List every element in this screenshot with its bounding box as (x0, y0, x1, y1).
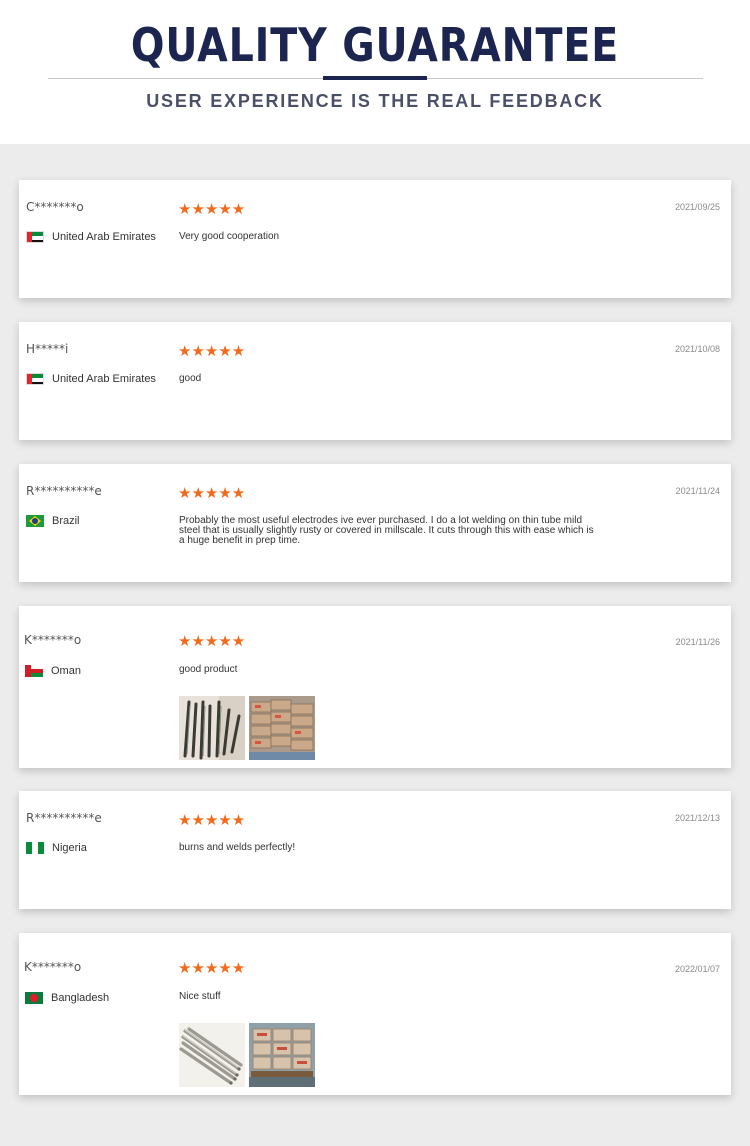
review-card: H*****i United Arab Emirates ★★★★★ good … (19, 322, 731, 440)
reviewer-country: Nigeria (26, 841, 87, 855)
review-card: K*******o Bangladesh ★★★★★ Nice stuff 20… (19, 933, 731, 1095)
reviewer-country: Bangladesh (25, 991, 109, 1005)
country-name: Nigeria (52, 842, 87, 854)
review-comment: good product (179, 664, 238, 675)
review-date: 2021/11/24 (675, 486, 720, 496)
page-subtitle: USER EXPERIENCE IS THE REAL FEEDBACK (146, 91, 604, 111)
review-photo-boxes[interactable] (249, 696, 315, 760)
star-rating: ★★★★★ (178, 342, 246, 360)
nigeria-flag-icon (26, 842, 44, 854)
star-rating: ★★★★★ (178, 484, 246, 502)
country-name: Brazil (52, 515, 80, 527)
boxes-photo (249, 696, 315, 760)
review-date: 2021/10/08 (674, 344, 720, 354)
uae-flag-icon (26, 373, 44, 385)
review-comment: good (179, 373, 202, 384)
star-rating: ★★★★★ (178, 200, 246, 218)
reviewer-name: R**********e (26, 484, 102, 498)
reviewer-country: United Arab Emirates (26, 372, 156, 386)
electrodes-photo (179, 696, 245, 760)
review-photo-electrodes-bundle[interactable] (179, 1023, 245, 1087)
review-date: 2021/09/25 (674, 202, 720, 212)
page-title: QUALITY GUARANTEE (130, 18, 620, 72)
review-card: C*******o United Arab Emirates ★★★★★ Ver… (19, 180, 731, 298)
pallet-boxes-photo (249, 1023, 315, 1087)
electrodes-bundle-photo (179, 1023, 245, 1087)
country-name: Bangladesh (51, 992, 110, 1004)
reviewer-name: R**********e (26, 811, 102, 825)
star-rating: ★★★★★ (178, 959, 246, 977)
uae-flag-icon (26, 231, 44, 243)
oman-flag-icon (25, 665, 43, 677)
bangladesh-flag-icon (25, 992, 43, 1004)
review-comment: burns and welds perfectly! (179, 842, 296, 853)
reviewer-country: United Arab Emirates (26, 230, 156, 244)
review-comment: Probably the most useful electrodes ive … (179, 515, 594, 546)
review-card: R**********e Brazil ★★★★★ Probably the m… (19, 464, 731, 582)
reviewer-name: H*****i (26, 342, 69, 356)
review-date: 2021/11/26 (675, 637, 720, 647)
review-comment: Very good cooperation (179, 231, 280, 242)
review-photo-pallet-boxes[interactable] (249, 1023, 315, 1087)
review-date: 2022/01/07 (674, 964, 720, 974)
page-header: QUALITY GUARANTEE USER EXPERIENCE IS THE… (0, 0, 750, 144)
review-photo-electrodes[interactable] (179, 696, 245, 760)
review-comment: Nice stuff (179, 991, 221, 1002)
reviewer-country: Oman (25, 664, 81, 678)
reviewer-name: C*******o (26, 200, 84, 214)
review-date: 2021/12/13 (674, 813, 720, 823)
country-name: United Arab Emirates (52, 373, 156, 385)
reviewer-name: K*******o (24, 960, 82, 974)
brazil-flag-icon (26, 515, 44, 527)
review-card: K*******o Oman ★★★★★ good product 2021/1… (19, 606, 731, 768)
reviewer-country: Brazil (26, 514, 80, 528)
reviewer-name: K*******o (24, 633, 82, 647)
country-name: Oman (51, 665, 81, 677)
country-name: United Arab Emirates (52, 231, 156, 243)
star-rating: ★★★★★ (178, 632, 246, 650)
review-card: R**********e Nigeria ★★★★★ burns and wel… (19, 791, 731, 909)
title-divider-accent (323, 76, 427, 80)
star-rating: ★★★★★ (178, 811, 246, 829)
